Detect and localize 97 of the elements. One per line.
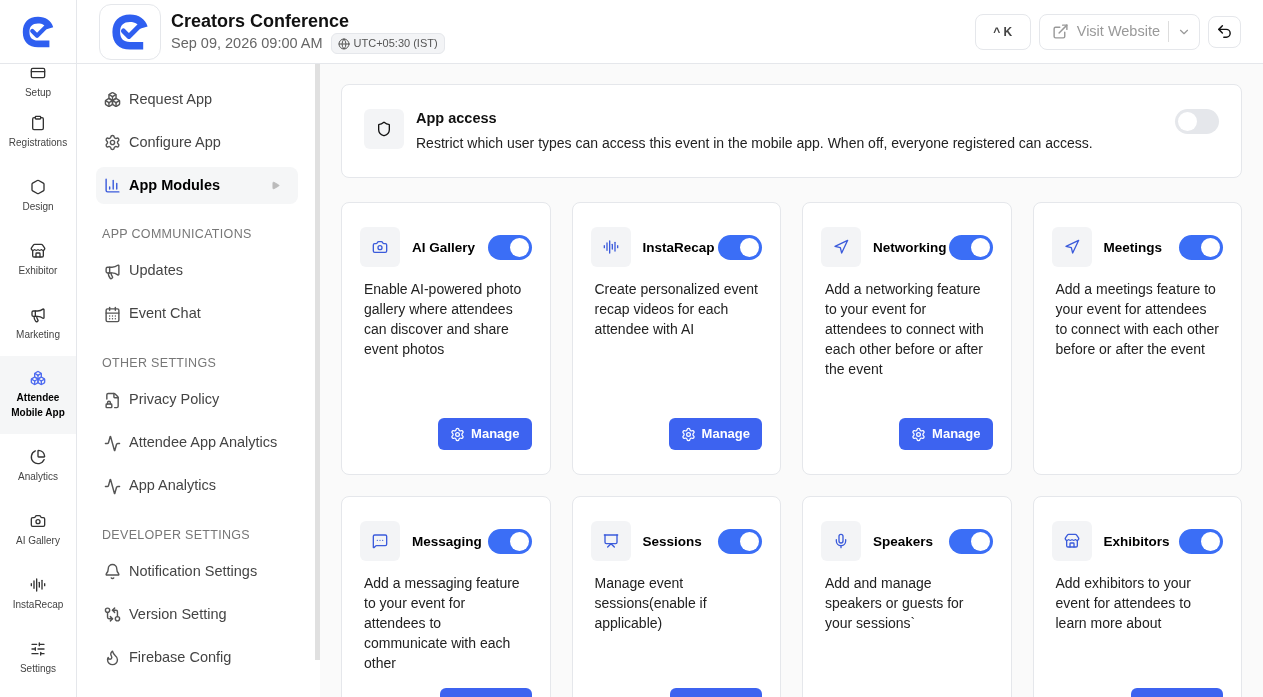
compare-arrows-icon [104,606,121,624]
menu-item[interactable]: Configure App [96,124,298,161]
section-heading: APP COMMUNICATIONS [101,226,253,243]
module-title: Networking [873,238,945,257]
message-icon [372,533,388,549]
hexagon-icon [30,178,46,195]
flame-icon [104,649,121,667]
rail-item[interactable]: AI Gallery [0,498,76,562]
store-icon [30,242,46,259]
settings-icon [911,426,927,442]
microphone-icon [833,533,849,549]
menu-item[interactable]: Privacy Policy [96,381,298,419]
navigation-arrow-icon [833,239,849,255]
menu-item[interactable]: Notification Settings [96,553,298,591]
manage-button[interactable]: Manage [668,418,762,450]
pulse-icon [104,434,121,452]
audio-wave-icon [602,239,619,255]
pie-chart-icon [30,448,46,465]
manage-button[interactable]: Manage [899,418,993,450]
menu-item[interactable]: Request App [96,81,298,118]
menu-item[interactable]: Updates [96,252,298,290]
toggle-switch[interactable] [487,234,532,260]
toggle-switch[interactable] [1175,109,1219,134]
toggle-switch[interactable] [718,234,762,260]
menu-item[interactable]: Version Setting [96,596,298,634]
boxes-icon [30,370,46,386]
settings-icon [680,426,696,442]
audio-wave-icon [30,576,46,593]
menu-item[interactable]: App Modules [96,167,298,204]
menu-item[interactable]: Firebase Config [96,639,298,677]
toggle-switch[interactable] [718,528,762,554]
app-access-description: Restrict which user types can access this event in the mobile app. When off, everyone registered can access. [416,133,1093,153]
rail-item[interactable]: InstaRecap [0,562,76,626]
menu-item[interactable]: Event Chat [96,295,298,333]
timezone-badge: UTC+05:30 (IST) [330,33,445,54]
module-description: Add exhibitors to your event for attendees to learn more about [1054,574,1192,633]
toggle-switch[interactable] [948,528,993,554]
camera-icon [30,512,46,529]
manage-button[interactable] [439,688,532,697]
rail-item[interactable]: Design [0,164,76,228]
rail-item[interactable]: Registrations [0,100,76,164]
module-title: Meetings [1103,238,1162,257]
external-link-icon [1051,23,1069,40]
module-description: Add and manage speakers or guests for your sessions` [824,574,965,633]
store-icon [1063,533,1080,549]
module-title: Messaging [412,532,482,551]
module-title: Sessions [642,532,702,551]
module-title: Exhibitors [1103,532,1170,551]
pulse-icon [104,477,121,495]
event-title: Creators Conference [171,9,351,33]
settings-icon [104,134,121,151]
menu-item[interactable]: App Analytics [96,467,298,505]
settings-icon [450,426,466,442]
bell-icon [104,563,121,581]
sliders-icon [30,640,46,657]
app-access-title: App access [416,109,498,129]
toggle-switch[interactable] [487,528,532,554]
rail-item[interactable]: Exhibitor [0,228,76,292]
boxes-icon [104,91,121,108]
module-title: AI Gallery [412,238,476,257]
event-datetime: Sep 09, 2026 09:00 AM [171,33,323,53]
module-title: InstaRecap [642,238,714,257]
triangle-icon [271,181,280,190]
toggle-switch[interactable] [1179,234,1223,260]
toggle-switch[interactable] [948,234,993,260]
rail-item[interactable]: Setup [0,64,76,100]
calendar-icon [104,305,121,323]
camera-icon [372,239,388,255]
section-heading: OTHER SETTINGS [101,354,218,372]
globe-icon [337,37,350,50]
navigation-arrow-icon [1063,239,1080,255]
module-title: Speakers [873,532,934,551]
scrollbar[interactable] [315,64,320,660]
rail-item[interactable]: Marketing [0,292,76,356]
module-description: Create personalized event recap videos for each attendee with AI [593,280,759,339]
menu-item[interactable]: Attendee App Analytics [96,424,298,462]
megaphone-icon [30,306,46,323]
shield-icon [376,121,392,137]
rail-item[interactable]: Attendee Mobile App [0,356,76,434]
presentation-icon [602,533,619,549]
module-description: Enable AI-powered photo gallery where attendees can discover and share event photos [363,280,523,359]
clipboard-icon [30,114,46,131]
rail-item[interactable]: Settings [0,626,76,690]
module-description: Add a meetings feature to your event for attendees to connect with each other before or after the event [1054,280,1220,359]
undo-icon [1216,23,1233,40]
module-description: Add a networking feature to your event for attendees to connect with each other before or after the event [824,280,985,379]
undo-button[interactable] [1208,15,1241,48]
file-lock-icon [104,391,121,409]
module-description: Add a messaging feature to your event for attendees to communicate with each other [363,574,521,673]
module-description: Manage event sessions(enable if applicable) [593,574,708,633]
shortcut-button[interactable]: ^ K [974,13,1031,50]
toggle-switch[interactable] [1179,528,1223,554]
bar-chart-icon [104,177,121,194]
megaphone-icon [104,262,121,280]
rail-item[interactable]: Analytics [0,434,76,498]
section-heading: DEVELOPER SETTINGS [101,526,252,544]
manage-button[interactable]: Manage [438,418,532,450]
